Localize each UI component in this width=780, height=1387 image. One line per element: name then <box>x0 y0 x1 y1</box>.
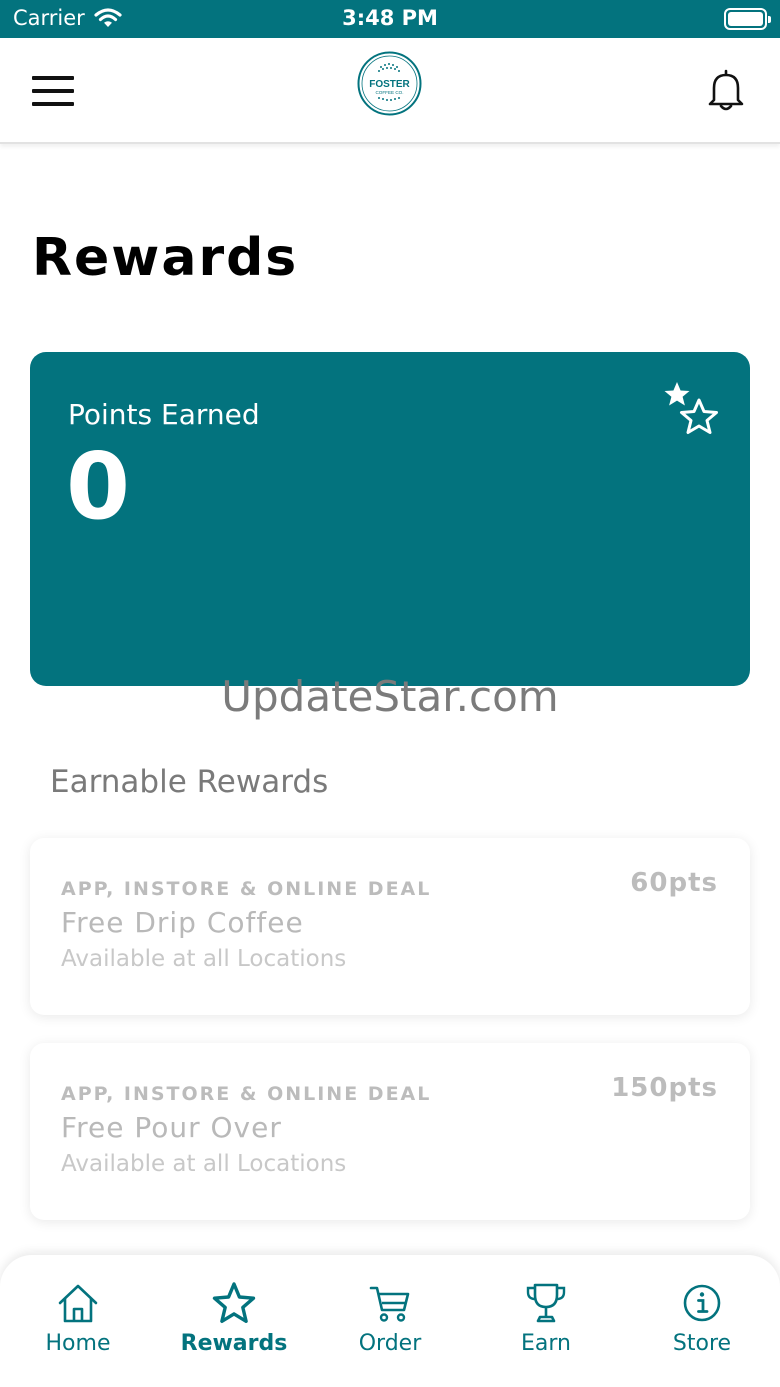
hamburger-menu-icon[interactable] <box>32 76 74 106</box>
watermark: UpdateStar.com <box>221 672 559 721</box>
tab-store-label: Store <box>672 1331 732 1356</box>
tab-earn[interactable]: Earn <box>468 1255 624 1387</box>
page-title: Rewards <box>32 228 299 288</box>
tab-order-label: Order <box>358 1331 422 1356</box>
home-icon <box>58 1284 98 1323</box>
reward-points: 60pts <box>630 868 718 898</box>
status-time: 3:48 PM <box>342 6 438 30</box>
reward-availability: Available at all Locations <box>61 946 347 972</box>
points-earned-value: 0 <box>66 433 131 540</box>
logo-subtext: COFFEE CO. <box>375 90 403 95</box>
tab-earn-label: Earn <box>521 1331 571 1356</box>
reward-deal-type: APP, INSTORE & ONLINE DEAL <box>61 1083 432 1105</box>
tab-store[interactable]: Store <box>624 1255 780 1387</box>
tab-order[interactable]: Order <box>312 1255 468 1387</box>
reward-points: 150pts <box>611 1073 718 1103</box>
reward-card-free-drip-coffee[interactable]: APP, INSTORE & ONLINE DEAL Free Drip Cof… <box>30 838 750 1015</box>
reward-name: Free Pour Over <box>61 1111 282 1144</box>
trophy-icon <box>526 1283 566 1323</box>
tab-rewards[interactable]: Rewards <box>156 1255 312 1387</box>
logo-wordmark: FOSTER <box>369 79 410 90</box>
foster-coffee-logo: FOSTER COFFEE CO. <box>357 51 422 116</box>
status-bar: Carrier 3:48 PM <box>0 0 780 38</box>
app-header: FOSTER COFFEE CO. <box>0 38 780 144</box>
reward-card-free-pour-over[interactable]: APP, INSTORE & ONLINE DEAL Free Pour Ove… <box>30 1043 750 1220</box>
cart-icon <box>369 1286 410 1322</box>
bottom-tab-bar: Home Rewards Order Earn Store <box>0 1255 780 1387</box>
reward-name: Free Drip Coffee <box>61 906 304 939</box>
points-card: Points Earned 0 <box>30 352 750 686</box>
earnable-rewards-title: Earnable Rewards <box>50 764 329 800</box>
info-icon <box>683 1284 721 1322</box>
notification-bell-icon[interactable] <box>706 68 746 112</box>
reward-deal-type: APP, INSTORE & ONLINE DEAL <box>61 878 432 900</box>
stars-icon <box>664 382 718 434</box>
tab-home[interactable]: Home <box>0 1255 156 1387</box>
reward-availability: Available at all Locations <box>61 1151 347 1177</box>
tab-home-label: Home <box>45 1331 111 1356</box>
points-earned-label: Points Earned <box>68 398 260 431</box>
tab-rewards-label: Rewards <box>180 1331 288 1356</box>
battery-icon <box>724 8 771 30</box>
star-icon <box>212 1282 256 1323</box>
